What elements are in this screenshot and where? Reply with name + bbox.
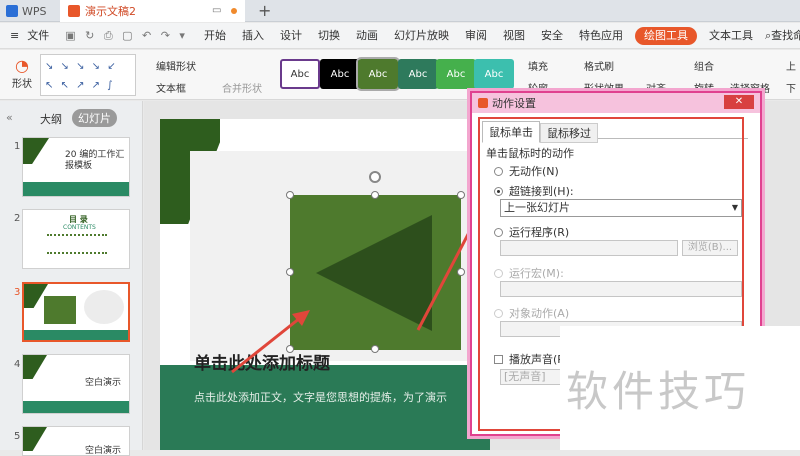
- arrow-to-shape: [231, 316, 301, 374]
- dialog-title-bar: 动作设置 ✕: [472, 93, 760, 113]
- close-icon[interactable]: ✕: [724, 95, 754, 109]
- watermark-text: 软件技巧: [566, 367, 751, 416]
- dialog-title: 动作设置: [492, 97, 536, 110]
- dialog-app-icon: [478, 98, 488, 108]
- watermark-box: 软件技巧: [560, 326, 800, 450]
